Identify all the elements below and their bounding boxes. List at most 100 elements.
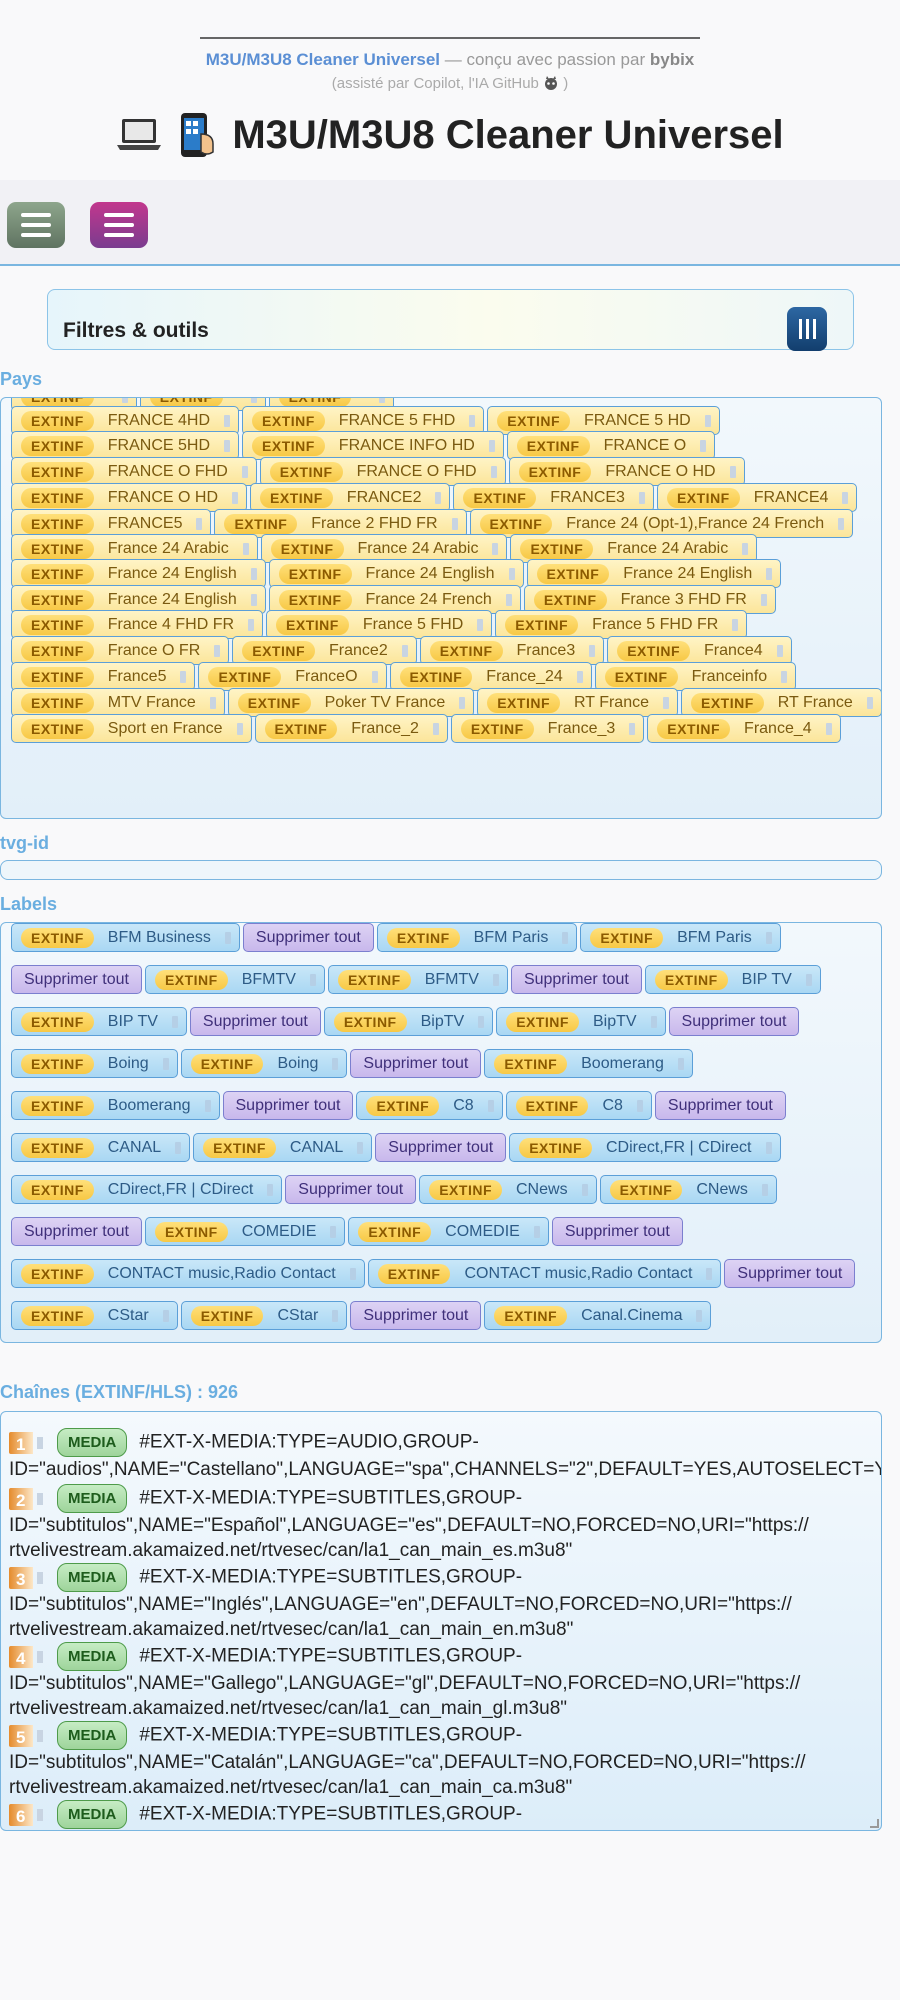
channel-item[interactable]: 2 MEDIA #EXT-X-MEDIA:TYPE=SUBTITLES,GROUP-…	[9, 1484, 881, 1563]
drag-handle-icon[interactable]	[706, 1267, 713, 1280]
channel-tag[interactable]: EXTINF Franceinfo	[594, 662, 797, 691]
delete-all-button[interactable]: Supprimer tout	[375, 1133, 507, 1162]
drag-handle-icon[interactable]	[742, 542, 749, 555]
channel-tag[interactable]: EXTINF Boomerang	[11, 1091, 220, 1120]
channel-tag[interactable]: EXTINF France2	[232, 636, 417, 665]
channel-tag[interactable]: EXTINF C8	[356, 1091, 503, 1120]
channel-tag[interactable]: EXTINF France 24 English	[11, 559, 266, 588]
drag-handle-icon[interactable]	[175, 1141, 182, 1154]
delete-all-button[interactable]: Supprimer tout	[350, 1049, 482, 1078]
channel-tag[interactable]: EXTINF FRANCE INFO HD	[242, 431, 504, 460]
drag-handle-icon[interactable]	[37, 1808, 43, 1821]
channel-tag[interactable]: EXTINF France_4	[647, 714, 841, 743]
delete-all-button[interactable]: Supprimer tout	[285, 1175, 417, 1204]
channel-tag[interactable]: EXTINF FRANCE O HD	[11, 483, 248, 512]
drag-handle-icon[interactable]	[729, 465, 736, 478]
drag-handle-icon[interactable]	[162, 1309, 169, 1322]
drag-handle-icon[interactable]	[309, 973, 316, 986]
drag-handle-icon[interactable]	[761, 1183, 768, 1196]
channel-tag[interactable]: EXTINF France3	[419, 636, 605, 665]
drag-handle-icon[interactable]	[576, 670, 583, 683]
channel-tag[interactable]: EXTINF CDirect,FR | CDirect	[11, 1175, 283, 1204]
channel-tag[interactable]: EXTINF CDirect,FR | CDirect	[509, 1133, 781, 1162]
drag-handle-icon[interactable]	[478, 1015, 485, 1028]
channel-tag[interactable]: EXTINF Sport en France	[11, 714, 252, 743]
drag-handle-icon[interactable]	[838, 517, 845, 530]
drag-handle-icon[interactable]	[629, 722, 636, 735]
channel-tag[interactable]: EXTINF France_2	[254, 714, 448, 743]
drag-handle-icon[interactable]	[650, 1015, 657, 1028]
drag-handle-icon[interactable]	[451, 517, 458, 530]
channel-item[interactable]: 4 MEDIA #EXT-X-MEDIA:TYPE=SUBTITLES,GROUP-…	[9, 1642, 881, 1721]
drag-handle-icon[interactable]	[842, 491, 849, 504]
drag-handle-icon[interactable]	[492, 542, 499, 555]
drag-handle-icon[interactable]	[224, 931, 231, 944]
drag-handle-icon[interactable]	[487, 1099, 494, 1112]
channel-tag[interactable]: EXTINF CNews	[599, 1175, 777, 1204]
drag-handle-icon[interactable]	[636, 1099, 643, 1112]
channel-tag[interactable]: EXTINF CONTACT music,Radio Contact	[11, 1259, 365, 1288]
channel-tag[interactable]: EXTINF Boing	[180, 1049, 348, 1078]
drag-handle-icon[interactable]	[700, 439, 707, 452]
drag-handle-icon[interactable]	[248, 618, 255, 631]
channel-tag[interactable]: EXTINF CStar	[11, 1301, 178, 1330]
delete-all-button[interactable]: Supprimer tout	[189, 1007, 321, 1036]
drag-handle-icon[interactable]	[866, 696, 873, 709]
channel-tag[interactable]: EXTINF FRANCE O FHD	[11, 457, 257, 486]
drag-handle-icon[interactable]	[490, 465, 497, 478]
drag-handle-icon[interactable]	[37, 1650, 43, 1663]
drag-handle-icon[interactable]	[732, 618, 739, 631]
delete-all-button[interactable]: Supprimer tout	[724, 1259, 856, 1288]
drag-handle-icon[interactable]	[250, 567, 257, 580]
drag-handle-icon[interactable]	[371, 670, 378, 683]
drag-handle-icon[interactable]	[250, 398, 257, 403]
channel-tag[interactable]: EXTINF BIP TV	[644, 965, 821, 994]
drag-handle-icon[interactable]	[459, 696, 466, 709]
drag-handle-icon[interactable]	[581, 1183, 588, 1196]
channel-tag[interactable]: EXTINF CANAL	[11, 1133, 191, 1162]
drag-handle-icon[interactable]	[196, 517, 203, 530]
channel-tag[interactable]: EXTINF FRANCE O HD	[508, 457, 745, 486]
drag-handle-icon[interactable]	[162, 1057, 169, 1070]
channel-tag[interactable]: EXTINF Poker TV France	[227, 688, 475, 717]
channel-tag[interactable]: EXTINF France4	[607, 636, 792, 665]
drag-handle-icon[interactable]	[508, 567, 515, 580]
delete-all-button[interactable]: Supprimer tout	[551, 1217, 683, 1246]
drag-handle-icon[interactable]	[379, 398, 386, 403]
drag-handle-icon[interactable]	[765, 1141, 772, 1154]
tvg-id-input[interactable]	[0, 860, 882, 880]
drag-handle-icon[interactable]	[562, 931, 569, 944]
drag-handle-icon[interactable]	[825, 722, 832, 735]
channels-list[interactable]: 1 MEDIA #EXT-X-MEDIA:TYPE=AUDIO,GROUP- ID="…	[0, 1411, 882, 1831]
delete-all-button[interactable]: Supprimer tout	[11, 1217, 142, 1246]
drag-handle-icon[interactable]	[241, 465, 248, 478]
delete-all-button[interactable]: Supprimer tout	[654, 1091, 786, 1120]
delete-all-button[interactable]: Supprimer tout	[350, 1301, 482, 1330]
delete-all-button[interactable]: Supprimer tout	[510, 965, 642, 994]
channel-item[interactable]: 6 MEDIA #EXT-X-MEDIA:TYPE=SUBTITLES,GROUP-	[9, 1800, 881, 1829]
channel-tag[interactable]: EXTINF BFMTV	[144, 965, 325, 994]
labels-tag-box[interactable]: EXTINF BFM Business Supprimer tout EXTINF BF…	[0, 922, 882, 1343]
drag-handle-icon[interactable]	[488, 439, 495, 452]
drag-handle-icon[interactable]	[236, 722, 243, 735]
drag-handle-icon[interactable]	[696, 1309, 703, 1322]
drag-handle-icon[interactable]	[492, 973, 499, 986]
channel-tag[interactable]: EXTINF France 5 FHD	[266, 610, 493, 639]
channel-item[interactable]: 5 MEDIA #EXT-X-MEDIA:TYPE=SUBTITLES,GROUP-…	[9, 1721, 881, 1800]
channel-tag[interactable]: EXTINF France5	[11, 662, 196, 691]
channel-tag[interactable]: EXTINF BipTV	[323, 1007, 494, 1036]
channel-tag[interactable]: EXTINF France_24	[389, 662, 592, 691]
channel-tag[interactable]: EXTINF France 24 English	[268, 559, 524, 588]
delete-all-button[interactable]: Supprimer tout	[668, 1007, 800, 1036]
channel-tag[interactable]: EXTINF BFMTV	[327, 965, 508, 994]
drag-handle-icon[interactable]	[37, 1492, 43, 1505]
channel-item[interactable]: 3 MEDIA #EXT-X-MEDIA:TYPE=SUBTITLES,GROUP-…	[9, 1563, 881, 1642]
channel-tag[interactable]: EXTINF France 24 English	[526, 559, 782, 588]
channel-tag[interactable]: EXTINF CANAL	[193, 1133, 373, 1162]
drag-handle-icon[interactable]	[765, 931, 772, 944]
channel-tag[interactable]: EXTINF C8	[505, 1091, 652, 1120]
drag-handle-icon[interactable]	[435, 491, 442, 504]
drag-handle-icon[interactable]	[37, 1436, 43, 1449]
drag-handle-icon[interactable]	[204, 1099, 211, 1112]
delete-all-button[interactable]: Supprimer tout	[11, 965, 142, 994]
